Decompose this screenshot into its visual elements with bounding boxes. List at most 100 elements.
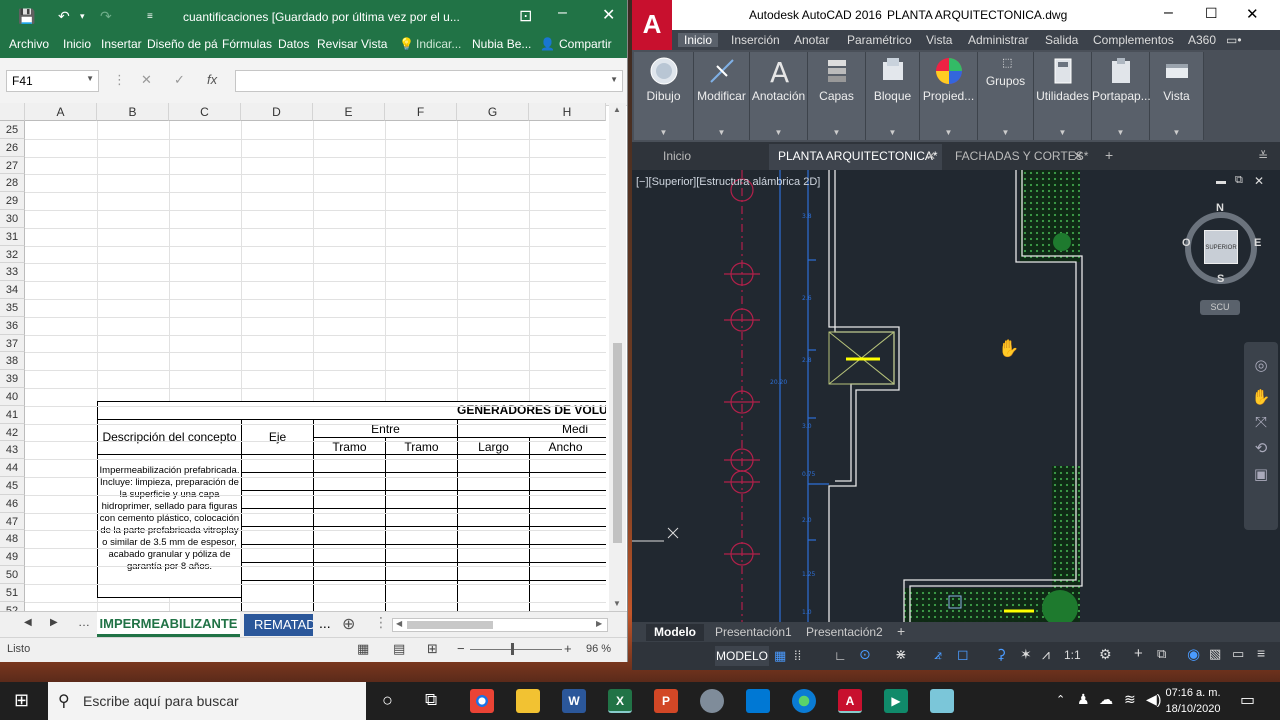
table-cell[interactable] xyxy=(313,454,386,473)
row-header[interactable]: 31 xyxy=(0,227,25,246)
row-header[interactable]: 44 xyxy=(0,459,25,477)
table-cell[interactable] xyxy=(385,490,458,509)
panel-dibujo[interactable]: Dibujo ▼ xyxy=(634,52,694,140)
row-header[interactable]: 39 xyxy=(0,370,25,388)
excel-taskbar-icon[interactable]: X xyxy=(608,689,632,713)
panel-utilidades[interactable]: Utilidades ▼ xyxy=(1034,52,1092,140)
autocad-taskbar-icon[interactable]: A xyxy=(838,689,862,713)
autocad-logo-icon[interactable]: A xyxy=(632,0,672,52)
user-name[interactable]: Nubia Be... xyxy=(472,37,531,51)
cancel-icon[interactable]: ✕ xyxy=(141,72,152,88)
maximize-icon[interactable]: ☐ xyxy=(1205,5,1218,22)
edge-icon[interactable] xyxy=(792,689,816,713)
tab-archivo[interactable]: Archivo xyxy=(9,37,49,51)
panel-modificar[interactable]: Modificar ▼ xyxy=(694,52,750,140)
layout-tab-modelo[interactable]: Modelo xyxy=(654,625,696,639)
column-header[interactable]: H xyxy=(529,103,606,121)
row-header[interactable]: 50 xyxy=(0,566,25,584)
table-cell[interactable] xyxy=(529,472,606,491)
settings-app-icon[interactable] xyxy=(700,689,724,713)
object-snap-tracking-icon[interactable]: ⦨ xyxy=(934,646,942,663)
viewcube-face[interactable]: SUPERIOR xyxy=(1204,230,1238,264)
tab-vista[interactable]: Vista xyxy=(361,37,387,51)
grid-icon[interactable]: ▦ xyxy=(774,648,786,664)
table-cell[interactable] xyxy=(457,508,530,527)
task-view-icon[interactable]: ⧉ xyxy=(425,690,437,710)
table-cell[interactable] xyxy=(529,508,606,527)
doc-tab-fachadas[interactable]: FACHADAS Y CORTES* xyxy=(955,149,1088,163)
undo-icon[interactable]: ↶ xyxy=(58,8,70,25)
isolate-objects-icon[interactable]: ◉ xyxy=(1187,645,1200,663)
tab-insertar[interactable]: Insertar xyxy=(101,37,142,51)
table-cell[interactable] xyxy=(457,490,530,509)
scroll-thumb[interactable] xyxy=(613,343,622,543)
panel-expand-icon[interactable]: ▼ xyxy=(718,128,726,137)
tab-anotar[interactable]: Anotar xyxy=(794,33,829,47)
annotation-monitor-icon[interactable]: + xyxy=(1134,645,1143,662)
chevron-down-icon[interactable]: ▼ xyxy=(86,74,94,83)
row-header[interactable]: 28 xyxy=(0,174,25,193)
layout-tab-presentacion1[interactable]: Presentación1 xyxy=(715,625,792,639)
workspace-gear-icon[interactable]: ⚙ xyxy=(1099,646,1112,663)
drawing-canvas[interactable]: 3.8 2.6 2.8 20.20 3.0 0.75 2.0 1.25 1.0 xyxy=(632,170,1280,622)
panel-anotacion[interactable]: A Anotación ▼ xyxy=(750,52,808,140)
close-tab-icon[interactable]: ✕ xyxy=(1073,149,1083,163)
redo-icon[interactable]: ↷ xyxy=(100,8,112,25)
tab-revisar[interactable]: Revisar xyxy=(317,37,358,51)
showmotion-icon[interactable]: ▣ xyxy=(1244,465,1278,483)
show-hidden-icons[interactable]: ⌃ xyxy=(1056,693,1065,706)
row-header[interactable]: 32 xyxy=(0,245,25,264)
row-header[interactable]: 37 xyxy=(0,334,25,353)
tab-complementos[interactable]: Complementos xyxy=(1093,33,1174,47)
minimize-icon[interactable]: – xyxy=(1164,4,1173,22)
compass-s[interactable]: S xyxy=(1217,273,1224,285)
formula-input[interactable]: ▼ xyxy=(235,70,623,92)
table-cell[interactable] xyxy=(241,526,314,545)
wifi-icon[interactable]: ≋ xyxy=(1124,691,1136,708)
scroll-left-icon[interactable]: ◀ xyxy=(396,619,402,628)
zoom-extents-icon[interactable]: ⤧ xyxy=(1244,414,1278,431)
row-header[interactable]: 49 xyxy=(0,548,25,566)
save-icon[interactable]: 💾 xyxy=(18,8,35,25)
table-cell[interactable] xyxy=(313,508,386,527)
page-layout-icon[interactable]: ▤ xyxy=(393,641,405,657)
select-all-corner[interactable] xyxy=(0,103,25,121)
cortana-icon[interactable]: ○ xyxy=(382,690,393,711)
osnap-icon[interactable]: ◻ xyxy=(957,646,969,663)
column-header[interactable]: D xyxy=(241,103,313,121)
scroll-right-icon[interactable]: ▶ xyxy=(596,619,602,628)
table-cell[interactable] xyxy=(529,562,606,581)
column-header[interactable]: B xyxy=(97,103,169,121)
panel-expand-icon[interactable]: ▼ xyxy=(1059,128,1067,137)
row-header[interactable]: 51 xyxy=(0,583,25,602)
table-cell[interactable] xyxy=(313,490,386,509)
tab-datos[interactable]: Datos xyxy=(278,37,309,51)
enter-icon[interactable]: ✓ xyxy=(174,72,185,88)
row-header[interactable]: 36 xyxy=(0,316,25,335)
snap-icon[interactable]: ⁞⁞ xyxy=(794,648,801,663)
tab-diseno-pagina[interactable]: Diseño de pá xyxy=(147,37,218,51)
row-header[interactable]: 48 xyxy=(0,530,25,549)
sheet-tab-rematado[interactable]: REMATADO xyxy=(244,614,313,636)
tell-me-box[interactable]: Indicar... xyxy=(416,37,461,51)
row-header[interactable]: 42 xyxy=(0,423,25,442)
tab-vista[interactable]: Vista xyxy=(926,33,952,47)
row-header[interactable]: 35 xyxy=(0,299,25,317)
steering-wheel-icon[interactable]: ◎ xyxy=(1244,356,1278,374)
ucs-dropdown[interactable]: SCU xyxy=(1200,300,1240,315)
customize-qat-icon[interactable]: ≡ xyxy=(147,11,153,22)
more-tabs[interactable]: ... xyxy=(319,615,331,631)
name-box[interactable]: F41 ▼ xyxy=(6,70,99,92)
panel-expand-icon[interactable]: ▼ xyxy=(1002,128,1010,137)
panel-expand-icon[interactable]: ▼ xyxy=(945,128,953,137)
row-header[interactable]: 46 xyxy=(0,494,25,513)
scroll-down-icon[interactable]: ▼ xyxy=(613,599,621,608)
word-icon[interactable]: W xyxy=(562,689,586,713)
column-header[interactable]: F xyxy=(385,103,457,121)
tabs-menu-icon[interactable]: ≚ xyxy=(1258,149,1268,163)
table-cell[interactable] xyxy=(529,490,606,509)
doc-tab-inicio[interactable]: Inicio xyxy=(663,149,691,163)
table-cell[interactable] xyxy=(241,544,314,563)
close-icon[interactable]: ✕ xyxy=(602,5,615,25)
table-cell[interactable] xyxy=(529,544,606,563)
